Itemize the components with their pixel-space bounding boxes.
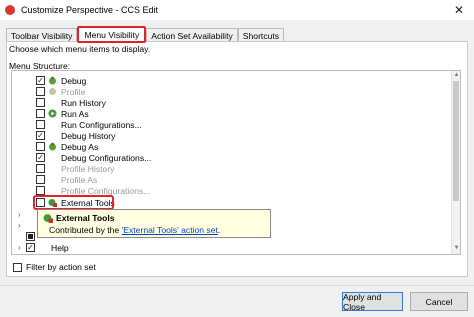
blank-icon: [48, 175, 57, 184]
blank-icon: [48, 164, 57, 173]
scroll-down-icon[interactable]: ▼: [453, 245, 460, 251]
filter-by-action-set[interactable]: Filter by action set: [13, 262, 96, 272]
external-tools-checkbox[interactable]: [36, 198, 45, 207]
tree-item-debug-configurations[interactable]: ✓ Debug Configurations...: [36, 152, 151, 163]
tree-item-label: Help: [51, 242, 69, 253]
tooltip-body-prefix: Contributed by the: [49, 225, 122, 235]
tree-item-label: Profile History: [61, 163, 115, 174]
tree-item-run-as[interactable]: Run As: [36, 108, 89, 119]
debug-checkbox[interactable]: ✓: [36, 76, 45, 85]
tab-menu-visibility[interactable]: Menu Visibility: [77, 26, 147, 43]
run-history-checkbox[interactable]: [36, 98, 45, 107]
profile-history-checkbox[interactable]: [36, 164, 45, 173]
debug-as-checkbox[interactable]: [36, 142, 45, 151]
tree-item-profile-configurations[interactable]: Profile Configurations...: [36, 185, 150, 196]
scroll-up-icon[interactable]: ▲: [453, 72, 460, 78]
divider: [0, 285, 474, 286]
cancel-button[interactable]: Cancel: [410, 292, 468, 311]
blank-icon: [38, 243, 47, 252]
run-as-checkbox[interactable]: [36, 109, 45, 118]
blank-icon: [48, 98, 57, 107]
tree-item-debug-history[interactable]: ✓ Debug History: [36, 130, 115, 141]
chevron-right-icon[interactable]: ›: [18, 243, 21, 252]
tree-item-help[interactable]: ✓ Help: [26, 242, 69, 253]
blank-icon: [48, 186, 57, 195]
blank-icon: [48, 153, 57, 162]
close-icon[interactable]: ✕: [454, 3, 464, 17]
panel-description: Choose which menu items to display.: [9, 44, 151, 54]
help-checkbox[interactable]: ✓: [26, 243, 35, 252]
title-bar: Customize Perspective - CCS Edit ✕: [0, 0, 474, 20]
scrollbar-thumb[interactable]: [453, 81, 459, 201]
tab-bar: Toolbar Visibility Menu Visibility Actio…: [6, 26, 285, 43]
window-title: Customize Perspective - CCS Edit: [21, 5, 159, 15]
filter-checkbox[interactable]: [13, 262, 22, 272]
tooltip-body: Contributed by the 'External Tools' acti…: [49, 225, 220, 235]
profile-configurations-checkbox[interactable]: [36, 186, 45, 195]
tree-item-label: Profile: [61, 86, 86, 97]
tree-item-external-tools[interactable]: External Tools: [36, 197, 115, 208]
tree-item-label: Run Configurations...: [61, 119, 142, 130]
debug-icon: [48, 142, 57, 151]
run-configurations-checkbox[interactable]: [36, 120, 45, 129]
tooltip-title: External Tools: [56, 213, 115, 223]
tree-item-run-history[interactable]: Run History: [36, 97, 106, 108]
chevron-right-icon[interactable]: ›: [18, 221, 21, 230]
blank-icon: [48, 120, 57, 129]
chevron-right-icon[interactable]: ›: [18, 210, 21, 219]
app-logo-icon: [5, 5, 15, 15]
tree-item-label: External Tools: [61, 197, 115, 208]
tooltip-body-suffix: .: [217, 225, 221, 235]
tree-item-debug[interactable]: ✓ Debug: [36, 75, 86, 86]
external-tools-tooltip: External Tools Contributed by the 'Exter…: [37, 209, 271, 238]
tree-item-profile-history[interactable]: Profile History: [36, 163, 114, 174]
tree-scrollbar[interactable]: ▲ ▼: [451, 71, 460, 254]
tree-item-label: Debug As: [61, 141, 99, 152]
filter-label: Filter by action set: [26, 262, 96, 272]
tree-item-label: Run As: [61, 108, 89, 119]
tree-item-profile-as[interactable]: Profile As: [36, 174, 97, 185]
action-set-link[interactable]: 'External Tools' action set: [122, 225, 218, 235]
profile-icon: [48, 87, 57, 96]
tree-item-label: Run History: [61, 97, 106, 108]
tree-item-run-configurations[interactable]: Run Configurations...: [36, 119, 142, 130]
tree-item-label: Debug History: [61, 130, 116, 141]
debug-history-checkbox[interactable]: ✓: [36, 131, 45, 140]
tree-item-profile[interactable]: Profile: [36, 86, 85, 97]
tree-item-label: Profile As: [61, 174, 98, 185]
partial-checkbox[interactable]: [26, 232, 35, 241]
profile-checkbox[interactable]: [36, 87, 45, 96]
debug-configurations-checkbox[interactable]: ✓: [36, 153, 45, 162]
debug-icon: [48, 76, 57, 85]
tree-item-label: Debug: [61, 75, 87, 86]
tree-item-partial[interactable]: [26, 231, 35, 242]
profile-as-checkbox[interactable]: [36, 175, 45, 184]
apply-and-close-button[interactable]: Apply and Close: [342, 292, 403, 312]
external-tools-icon: [48, 198, 57, 207]
tree-item-label: Profile Configurations...: [61, 185, 151, 196]
blank-icon: [48, 131, 57, 140]
tree-item-debug-as[interactable]: Debug As: [36, 141, 98, 152]
external-tools-icon: [43, 213, 53, 225]
tree-item-label: Debug Configurations...: [61, 152, 152, 163]
run-icon: [48, 109, 57, 118]
